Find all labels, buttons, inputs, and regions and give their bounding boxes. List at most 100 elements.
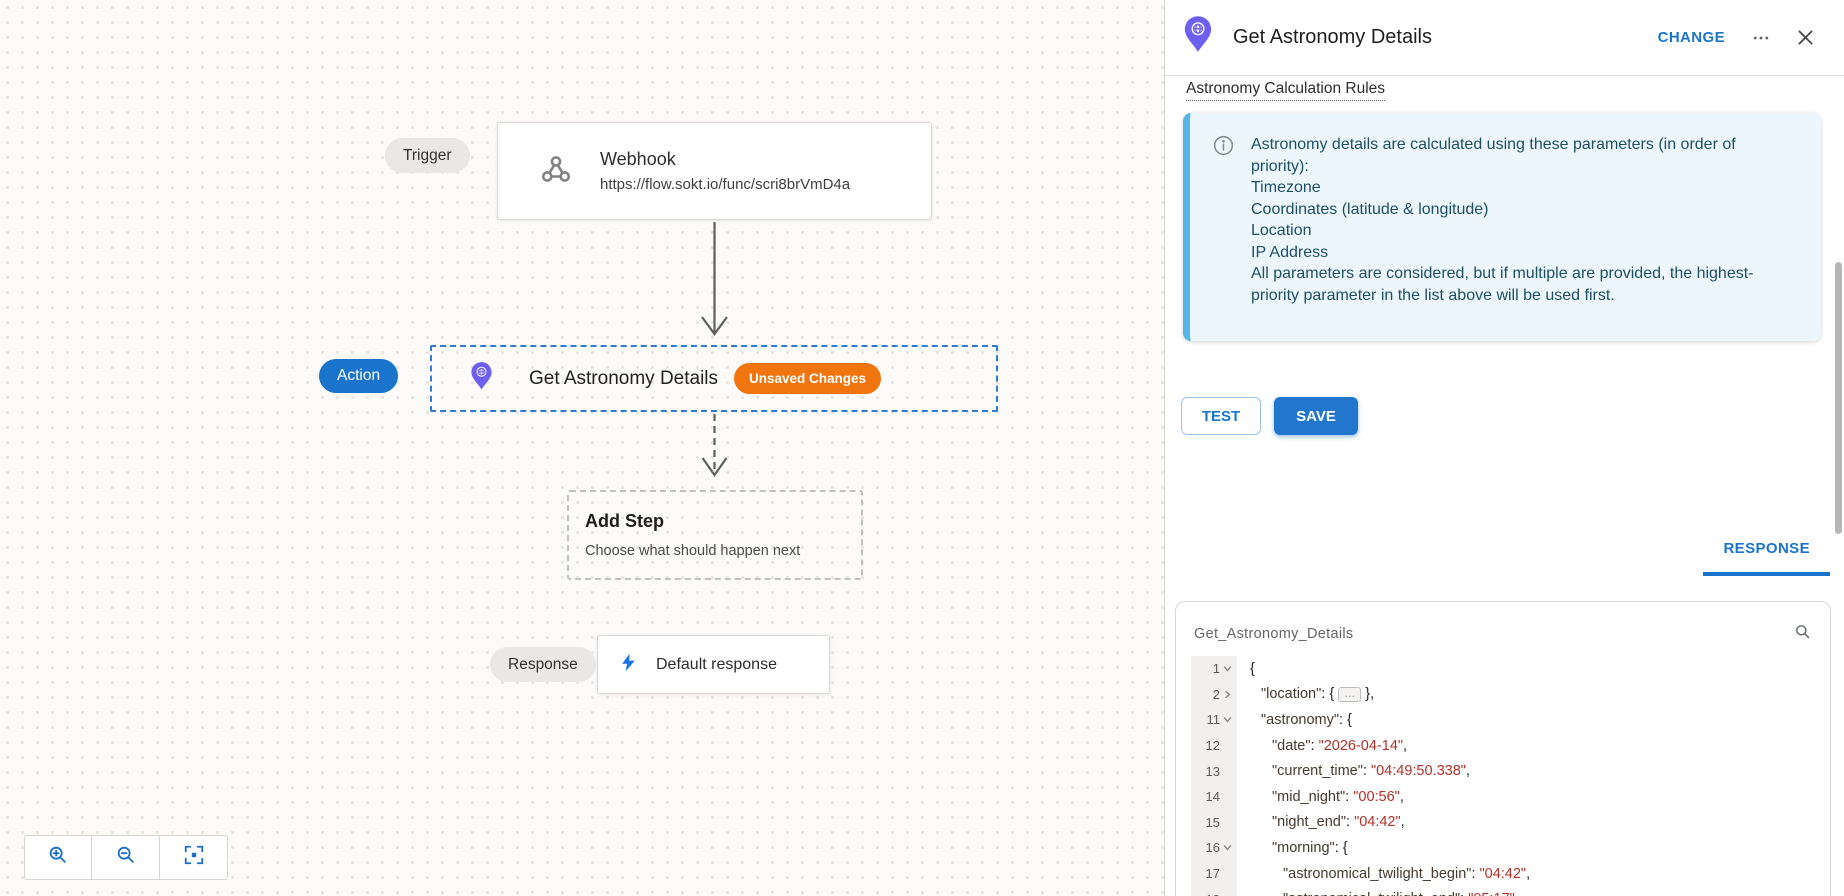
webhook-node-url: https://flow.sokt.io/func/scri8brVmD4a [600, 176, 851, 193]
code-text: "mid_night": "00:56", [1237, 789, 1404, 805]
trigger-badge: Trigger [385, 138, 470, 173]
code-line: 14 "mid_night": "00:56", [1176, 783, 1830, 810]
json-punc: , [1399, 788, 1404, 805]
line-number: 18 [1191, 892, 1220, 896]
code-text: "astronomical_twilight_end": "05:17", [1237, 891, 1519, 896]
fold-open-icon[interactable] [1220, 842, 1235, 853]
line-number-gutter: 16 [1191, 835, 1237, 861]
fold-open-icon[interactable] [1220, 663, 1235, 674]
astronomy-calculation-rules-link[interactable]: Astronomy Calculation Rules [1186, 80, 1386, 101]
json-punc: , [1400, 814, 1405, 831]
code-text: "location": { … }, [1237, 686, 1375, 703]
change-button[interactable]: CHANGE [1658, 29, 1725, 46]
response-viewer: Get_Astronomy_Details 1{2 "location": { …… [1175, 601, 1831, 896]
json-punc: : { [1334, 839, 1348, 856]
default-response-node[interactable]: Default response [597, 635, 830, 694]
fit-view-icon [183, 844, 205, 871]
line-number: 15 [1205, 814, 1220, 830]
line-number-gutter: 11 [1191, 707, 1237, 733]
zoom-out-button[interactable] [92, 835, 160, 880]
collapsed-object-chip[interactable]: … [1338, 687, 1362, 703]
fold-closed-icon[interactable] [1220, 689, 1235, 700]
add-step-node[interactable]: Add Step Choose what should happen next [567, 490, 863, 580]
code-text: "date": "2026-04-14", [1237, 738, 1407, 754]
webhook-node-title: Webhook [600, 149, 676, 169]
tab-response[interactable]: RESPONSE [1703, 540, 1830, 576]
code-text: "astronomical_twilight_begin": "04:42", [1237, 866, 1530, 882]
code-line: 1{ [1176, 656, 1830, 682]
line-number: 17 [1205, 866, 1220, 882]
action-buttons: TEST SAVE [1181, 397, 1358, 435]
code-line: 12 "date": "2026-04-14", [1176, 732, 1830, 759]
json-key: "astronomical_twilight_begin" [1283, 865, 1472, 882]
json-key: "mid_night" [1272, 788, 1346, 805]
flow-canvas[interactable]: Trigger Webhook https://flow.sokt.io/fun… [0, 0, 1164, 896]
action-node[interactable]: Get Astronomy Details Unsaved Changes [430, 345, 998, 412]
line-number-gutter: 13 [1191, 758, 1237, 784]
code-text: { [1237, 661, 1255, 677]
line-number-gutter: 15 [1191, 809, 1237, 836]
line-number: 14 [1205, 789, 1220, 805]
line-number: 13 [1205, 763, 1220, 779]
save-button[interactable]: SAVE [1274, 397, 1358, 435]
json-key: "date" [1272, 737, 1311, 754]
line-number: 11 [1206, 712, 1221, 728]
add-step-subtitle: Choose what should happen next [585, 543, 801, 559]
line-number-gutter: 1 [1191, 656, 1237, 682]
json-key: "astronomical_twilight_end" [1283, 891, 1460, 896]
line-number: 1 [1212, 661, 1220, 677]
json-punc: : [1362, 763, 1371, 780]
json-punc: : [1346, 814, 1355, 831]
json-punc: }, [1361, 686, 1375, 703]
lightning-icon [618, 652, 639, 678]
line-number: 2 [1212, 686, 1220, 702]
webhook-node[interactable]: Webhook https://flow.sokt.io/func/scri8b… [497, 122, 932, 220]
info-line: All parameters are considered, but if mu… [1251, 265, 1754, 304]
fit-view-button[interactable] [160, 835, 228, 880]
json-punc: , [1526, 865, 1531, 882]
json-key: "current_time" [1272, 763, 1363, 780]
test-button[interactable]: TEST [1181, 397, 1261, 435]
action-node-title: Get Astronomy Details [529, 367, 719, 389]
line-number: 12 [1205, 738, 1220, 754]
json-punc: { [1250, 660, 1255, 677]
code-lines: 1{2 "location": { … }, 11 "astronomy": {12 "… [1176, 656, 1830, 896]
zoom-out-icon [115, 844, 137, 871]
line-number-gutter: 18 [1191, 886, 1237, 896]
json-value: "04:42" [1354, 814, 1401, 831]
zoom-in-button[interactable] [24, 835, 92, 880]
details-panel: Get Astronomy Details CHANGE Astronomy C… [1164, 0, 1844, 896]
json-punc: : { [1321, 686, 1339, 703]
json-punc: : [1310, 737, 1319, 754]
zoom-toolbar [24, 835, 228, 880]
search-icon[interactable] [1793, 622, 1812, 646]
code-text: "current_time": "04:49:50.338", [1237, 763, 1470, 779]
unsaved-changes-badge: Unsaved Changes [734, 363, 882, 394]
response-badge: Response [490, 647, 596, 682]
json-value: "05:17" [1468, 891, 1515, 896]
panel-scrollbar[interactable] [1835, 262, 1842, 534]
action-badge: Action [319, 359, 399, 393]
line-number-gutter: 14 [1191, 783, 1237, 810]
fold-open-icon[interactable] [1220, 714, 1235, 725]
info-line: Astronomy details are calculated using t… [1251, 136, 1736, 175]
json-value: "00:56" [1353, 788, 1400, 805]
json-key: "night_end" [1272, 814, 1346, 831]
close-icon[interactable] [1795, 27, 1816, 48]
default-response-title: Default response [656, 655, 777, 673]
panel-header: Get Astronomy Details CHANGE [1165, 0, 1844, 76]
json-value: "2026-04-14" [1318, 737, 1404, 754]
json-punc: , [1403, 737, 1408, 754]
location-pin-icon [1183, 15, 1213, 60]
code-line: 13 "current_time": "04:49:50.338", [1176, 758, 1830, 784]
info-line: Coordinates (latitude & longitude) [1251, 200, 1489, 218]
code-text: "morning": { [1237, 840, 1348, 856]
info-icon [1212, 134, 1235, 341]
json-punc: : { [1339, 711, 1352, 728]
line-number-gutter: 2 [1191, 681, 1237, 708]
json-key: "location" [1261, 686, 1322, 703]
add-step-title: Add Step [585, 511, 664, 531]
info-text: Astronomy details are calculated using t… [1251, 134, 1763, 341]
code-line: 17 "astronomical_twilight_begin": "04:42"… [1176, 860, 1830, 887]
more-options-icon[interactable] [1751, 28, 1771, 48]
